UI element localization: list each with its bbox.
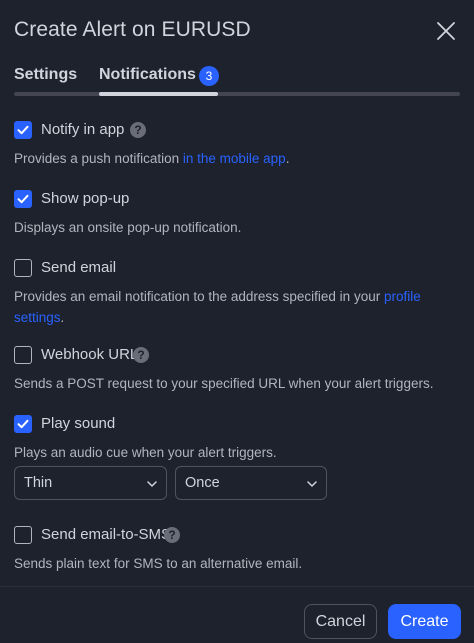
email-to-sms-checkbox[interactable] bbox=[14, 526, 32, 544]
option-send-email: Send email Provides an email notificatio… bbox=[14, 258, 460, 328]
play-sound-label[interactable]: Play sound bbox=[41, 415, 115, 432]
mobile-app-link[interactable]: in the mobile app bbox=[183, 151, 286, 166]
dialog-title: Create Alert on EURUSD bbox=[14, 18, 251, 41]
webhook-url-label[interactable]: Webhook URL bbox=[41, 346, 138, 363]
show-popup-checkbox[interactable] bbox=[14, 190, 32, 208]
show-popup-label[interactable]: Show pop-up bbox=[41, 190, 129, 207]
tab-settings[interactable]: Settings bbox=[14, 66, 77, 84]
checkmark-icon bbox=[17, 125, 29, 135]
sound-options-row: Thin Once bbox=[14, 466, 460, 500]
notify-in-app-description: Provides a push notification in the mobi… bbox=[14, 148, 460, 169]
sound-type-select[interactable]: Thin bbox=[14, 466, 167, 500]
question-mark-icon[interactable]: ? bbox=[164, 527, 180, 543]
chevron-down-icon bbox=[307, 481, 317, 487]
send-email-label[interactable]: Send email bbox=[41, 259, 116, 276]
tab-notifications[interactable]: Notifications bbox=[99, 66, 196, 84]
webhook-url-description: Sends a POST request to your specified U… bbox=[14, 376, 434, 391]
webhook-url-checkbox[interactable] bbox=[14, 346, 32, 364]
send-email-desc-text: Provides an email notification to the ad… bbox=[14, 289, 384, 304]
email-to-sms-label[interactable]: Send email-to-SMS bbox=[41, 526, 171, 543]
sound-repeat-value: Once bbox=[185, 475, 220, 491]
option-notify-in-app: Notify in app ? Provides a push notifica… bbox=[14, 120, 460, 169]
question-mark-icon[interactable]: ? bbox=[130, 122, 146, 138]
notify-in-app-desc-end: . bbox=[285, 151, 290, 166]
send-email-checkbox[interactable] bbox=[14, 259, 32, 277]
chevron-down-icon bbox=[147, 481, 157, 487]
footer-divider bbox=[0, 586, 474, 587]
create-button[interactable]: Create bbox=[388, 604, 461, 639]
email-to-sms-description: Sends plain text for SMS to an alternati… bbox=[14, 556, 303, 571]
send-email-desc-end: . bbox=[60, 310, 65, 325]
checkmark-icon bbox=[17, 194, 29, 204]
notifications-count-badge: 3 bbox=[199, 66, 219, 86]
option-email-to-sms: Send email-to-SMS ? Sends plain text for… bbox=[14, 525, 460, 574]
tab-bar: Settings Notifications 3 bbox=[14, 62, 460, 98]
tab-active-indicator bbox=[99, 92, 218, 96]
sound-type-value: Thin bbox=[24, 475, 53, 491]
notify-in-app-desc-text: Provides a push notification bbox=[14, 151, 183, 166]
notify-in-app-checkbox[interactable] bbox=[14, 121, 32, 139]
sound-repeat-select[interactable]: Once bbox=[175, 466, 327, 500]
question-mark-icon[interactable]: ? bbox=[133, 347, 149, 363]
cancel-button[interactable]: Cancel bbox=[304, 604, 377, 639]
tab-track bbox=[14, 92, 460, 96]
checkmark-icon bbox=[17, 419, 29, 429]
play-sound-checkbox[interactable] bbox=[14, 415, 32, 433]
option-play-sound: Play sound Plays an audio cue when your … bbox=[14, 414, 460, 463]
send-email-description: Provides an email notification to the ad… bbox=[14, 286, 460, 328]
option-webhook-url: Webhook URL ? Sends a POST request to yo… bbox=[14, 345, 460, 394]
close-icon[interactable] bbox=[433, 18, 459, 44]
show-popup-description: Displays an onsite pop-up notification. bbox=[14, 220, 242, 235]
play-sound-description: Plays an audio cue when your alert trigg… bbox=[14, 445, 277, 460]
option-show-popup: Show pop-up Displays an onsite pop-up no… bbox=[14, 189, 460, 238]
notify-in-app-label[interactable]: Notify in app bbox=[41, 121, 124, 138]
create-alert-dialog: Create Alert on EURUSD Settings Notifica… bbox=[0, 0, 474, 643]
